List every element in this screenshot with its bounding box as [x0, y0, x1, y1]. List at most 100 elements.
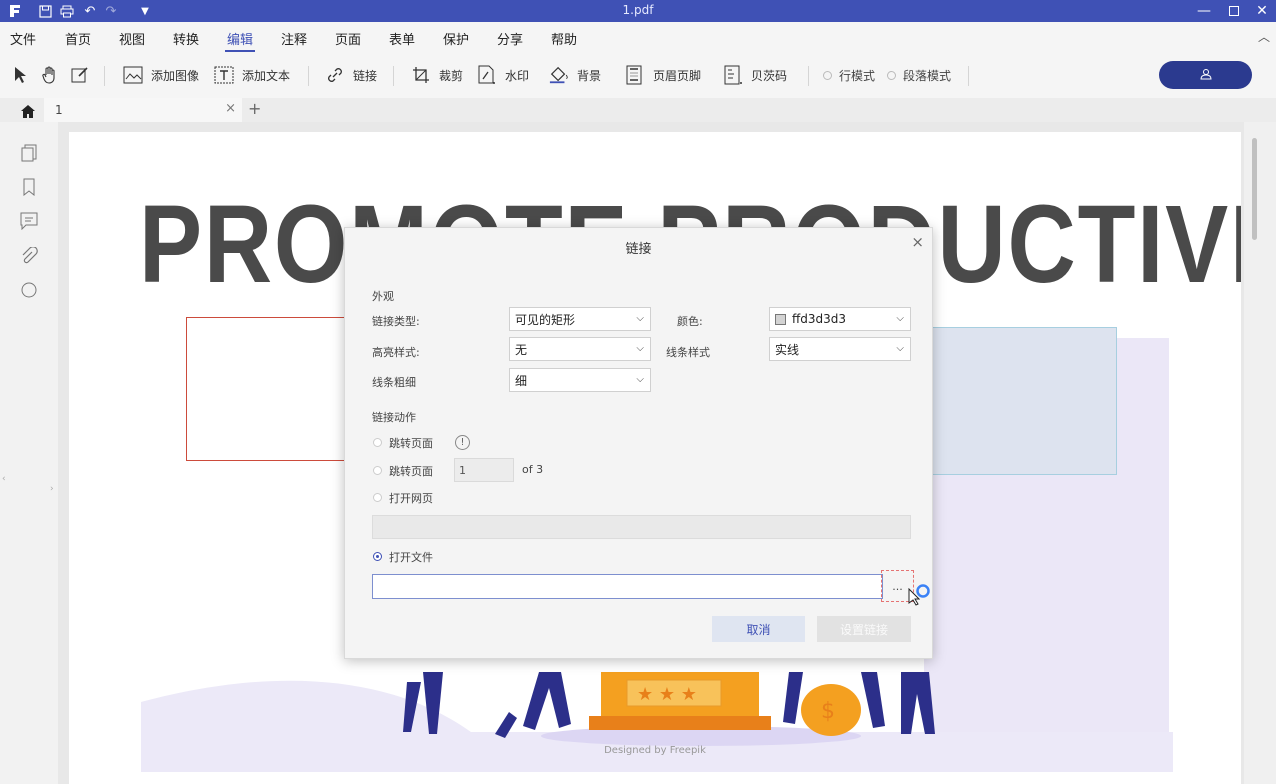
link-button[interactable]: 链接 [325, 64, 377, 86]
link-action-section-label: 链接动作 [372, 411, 416, 424]
highlight-select[interactable]: 无 ⌵ [509, 337, 651, 361]
edit-toolbar: 添加图像 添加文本 链接 裁剪 水印 背景 页眉页脚 贝茨码 行模式 段落模式 [0, 52, 1276, 98]
minimize-icon[interactable]: — [1190, 0, 1218, 22]
line-width-value: 细 [515, 373, 528, 388]
link-type-select[interactable]: 可见的矩形 ⌵ [509, 307, 651, 331]
bookmark-icon[interactable] [18, 176, 40, 198]
bates-icon [723, 65, 743, 85]
line-style-label: 线条样式 [666, 346, 710, 359]
line-mode-option[interactable]: 行模式 [823, 64, 875, 86]
new-tab-icon[interactable]: + [248, 99, 261, 118]
line-width-select[interactable]: 细 ⌵ [509, 368, 651, 392]
home-icon[interactable] [16, 102, 40, 120]
thumbnails-icon[interactable] [18, 142, 40, 164]
background-button[interactable]: 背景 [549, 64, 601, 86]
hand-tool[interactable] [40, 64, 68, 86]
goto-page-radio-1[interactable] [373, 438, 382, 447]
header-footer-icon [625, 65, 645, 85]
close-tab-icon[interactable]: × [225, 101, 236, 116]
svg-text:★ ★ ★: ★ ★ ★ [637, 684, 697, 705]
goto-page-label-1: 跳转页面 [389, 437, 433, 450]
menu-file[interactable]: 文件 [10, 29, 36, 48]
file-path-input[interactable] [372, 574, 883, 599]
color-value: ffd3d3d3 [792, 312, 847, 326]
open-web-radio[interactable] [373, 493, 382, 502]
comment-icon[interactable] [18, 210, 40, 232]
highlight-label: 高亮样式: [372, 346, 420, 359]
appearance-section-label: 外观 [372, 290, 394, 303]
color-select[interactable]: ffd3d3d3 ⌵ [769, 307, 911, 331]
web-url-input[interactable] [372, 515, 911, 539]
paint-bucket-icon [549, 65, 569, 85]
link-type-label: 链接类型: [372, 315, 420, 328]
edit-icon [70, 65, 90, 85]
link-rectangle[interactable] [186, 317, 356, 461]
link-type-value: 可见的矩形 [515, 312, 576, 327]
title-bar: ↶ ↷ ▼ 1.pdf — ✕ [0, 0, 1276, 22]
paragraph-mode-radio [887, 70, 896, 80]
menu-home[interactable]: 首页 [65, 29, 91, 48]
menu-edit[interactable]: 编辑 [224, 29, 256, 52]
crop-button[interactable]: 裁剪 [411, 64, 463, 86]
dialog-close-icon[interactable]: × [911, 233, 924, 251]
chevron-down-icon: ⌵ [896, 313, 904, 324]
edit-tool[interactable] [70, 64, 98, 86]
cancel-button[interactable]: 取消 [712, 616, 805, 642]
search-icon[interactable] [18, 279, 40, 301]
crop-label: 裁剪 [439, 68, 464, 83]
menu-convert[interactable]: 转换 [173, 29, 199, 48]
maximize-icon[interactable] [1220, 0, 1248, 22]
watermark-button[interactable]: 水印 [477, 64, 529, 86]
text-icon [214, 65, 234, 85]
goto-page-radio-2[interactable] [373, 466, 382, 475]
document-tab-label: 1 [55, 103, 63, 117]
page-blue-rectangle [919, 327, 1117, 475]
select-tool[interactable] [10, 64, 38, 86]
open-file-radio[interactable] [373, 552, 382, 561]
set-link-button[interactable]: 设置链接 [817, 616, 911, 642]
warning-icon: ! [455, 435, 470, 450]
line-style-value: 实线 [775, 342, 800, 357]
open-file-label: 打开文件 [389, 551, 433, 564]
link-label: 链接 [353, 68, 378, 83]
line-width-label: 线条粗细 [372, 376, 416, 389]
menu-share[interactable]: 分享 [497, 29, 523, 48]
collapse-left-icon[interactable]: ‹ [2, 474, 6, 484]
highlight-value: 无 [515, 342, 528, 357]
scrollbar-thumb[interactable] [1252, 138, 1257, 240]
add-text-button[interactable]: 添加文本 [214, 64, 290, 86]
collapse-ribbon-icon[interactable]: ︿ [1258, 28, 1270, 45]
header-footer-button[interactable]: 页眉页脚 [625, 64, 701, 86]
expand-panel-icon[interactable]: › [50, 484, 54, 494]
menu-comment[interactable]: 注释 [281, 29, 307, 48]
add-text-label: 添加文本 [242, 68, 291, 83]
attachment-icon[interactable] [18, 245, 40, 267]
paragraph-mode-option[interactable]: 段落模式 [887, 64, 951, 86]
document-tab[interactable]: 1 × [44, 98, 242, 122]
bates-label: 贝茨码 [751, 68, 788, 83]
line-style-select[interactable]: 实线 ⌵ [769, 337, 911, 361]
menu-help[interactable]: 帮助 [551, 29, 577, 48]
svg-text:$: $ [821, 699, 835, 724]
page-wave-illustration: ★ ★ ★ $ [141, 672, 1173, 772]
hand-icon [40, 65, 60, 85]
line-mode-label: 行模式 [839, 68, 876, 83]
background-label: 背景 [577, 68, 602, 83]
link-dialog: 链接 × 外观 链接类型: 可见的矩形 ⌵ 颜色: ffd3d3d3 ⌵ 高亮样… [344, 227, 933, 659]
menu-form[interactable]: 表单 [389, 29, 415, 48]
menu-protect[interactable]: 保护 [443, 29, 469, 48]
page-number-input[interactable]: 1 [454, 458, 514, 482]
bates-button[interactable]: 贝茨码 [723, 64, 787, 86]
menu-page[interactable]: 页面 [335, 29, 361, 48]
vertical-scrollbar[interactable] [1244, 122, 1276, 784]
close-window-icon[interactable]: ✕ [1248, 0, 1276, 22]
line-mode-radio [823, 70, 832, 80]
chevron-down-icon: ⌵ [636, 343, 644, 354]
tab-bar: 1 × + [0, 98, 1276, 122]
chevron-down-icon: ⌵ [636, 313, 644, 324]
add-image-button[interactable]: 添加图像 [123, 64, 199, 86]
image-icon [123, 65, 143, 85]
account-button[interactable] [1159, 61, 1252, 89]
menu-view[interactable]: 视图 [119, 29, 145, 48]
color-label: 颜色: [677, 315, 703, 328]
